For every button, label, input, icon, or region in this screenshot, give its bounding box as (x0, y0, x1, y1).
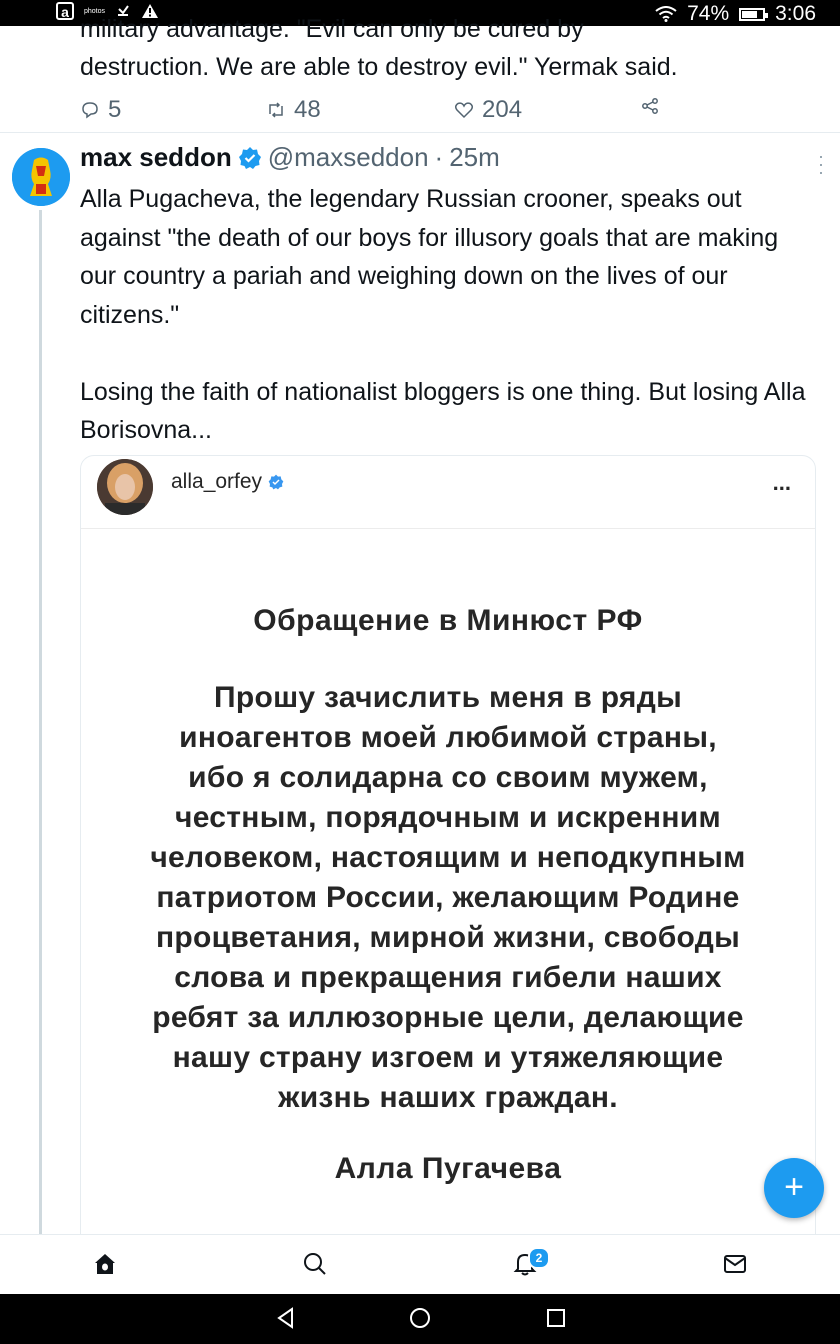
avatar-image (12, 148, 70, 206)
back-icon (277, 1307, 293, 1329)
amazon-icon: a (56, 2, 74, 20)
document-line: слова и прекращения гибели наших (174, 961, 722, 994)
author-name[interactable]: max seddon (80, 142, 232, 173)
plus-icon: + (784, 1168, 804, 1206)
android-nav-bar (0, 1294, 840, 1344)
embedded-more-icon: ... (772, 470, 791, 495)
tweet-paragraph: Alla Pugacheva, the legendary Russian cr… (80, 185, 779, 329)
bottom-nav: 2 (0, 1234, 840, 1295)
embedded-post-header: alla_orfey ... (81, 456, 815, 529)
like-button[interactable]: 204 (454, 96, 522, 124)
retweet-count: 48 (294, 96, 321, 123)
square-icon (547, 1309, 565, 1327)
document-body: Прошу зачислить меня в ряды иноагентов м… (81, 678, 815, 1118)
embedded-username-text: alla_orfey (171, 470, 263, 493)
document-line: человеком, настоящим и неподкупным (150, 841, 746, 874)
document-title: Обращение в Минюст РФ (253, 604, 643, 637)
nav-search[interactable] (302, 1251, 328, 1277)
verified-icon (238, 146, 261, 169)
nav-notifications[interactable]: 2 (512, 1247, 550, 1277)
thread-line (39, 210, 42, 1235)
document-line: Прошу зачислить меня в ряды (213, 681, 683, 714)
more-options-icon[interactable]: · · · (818, 147, 824, 181)
reply-count: 5 (108, 96, 122, 123)
author-handle[interactable]: @maxseddon (268, 142, 429, 173)
reply-icon (82, 102, 98, 119)
tweet-media[interactable]: alla_orfey ... Обращение в Минюст РФ Про… (80, 455, 816, 1247)
embedded-username: alla_orfey (171, 470, 284, 494)
reply-button[interactable]: 5 (80, 96, 121, 124)
tweet-timestamp[interactable]: 25m (449, 142, 500, 173)
android-back-button[interactable] (274, 1306, 298, 1335)
document-line: иноагентов моей любимой страны, (179, 721, 717, 754)
nav-home[interactable] (92, 1251, 118, 1277)
avatar[interactable] (12, 148, 70, 206)
embedded-avatar-image (97, 459, 153, 515)
document-line: ибо я солидарна со своим мужем, (188, 761, 708, 794)
nav-messages[interactable] (722, 1251, 748, 1277)
document-signature: Алла Пугачева (334, 1152, 562, 1185)
previous-tweet-line: military advantage. "Evil can only be cu… (80, 15, 584, 43)
android-recents-button[interactable] (544, 1306, 568, 1335)
retweet-button[interactable]: 48 (266, 96, 321, 124)
verified-icon (268, 474, 284, 490)
circle-icon (410, 1308, 430, 1328)
separator-dot: · (434, 142, 444, 172)
document-line: ребят за иллюзорные цели, делающие (152, 1001, 744, 1034)
tweet-paragraph: Losing the faith of nationalist bloggers… (80, 377, 806, 445)
document-line: честным, порядочным и искренним (175, 801, 721, 834)
share-icon (642, 98, 658, 114)
like-count: 204 (482, 96, 523, 123)
mail-icon (724, 1255, 746, 1273)
android-home-button[interactable] (408, 1306, 432, 1335)
document-line: процветания, мирной жизни, свободы (155, 921, 741, 954)
share-button[interactable] (640, 96, 660, 116)
heart-icon (454, 102, 474, 119)
retweet-icon (269, 102, 283, 118)
previous-tweet-text[interactable]: military advantage. "Evil can only be cu… (80, 10, 800, 86)
document-line: патриотом России, желающим Родине (156, 881, 740, 914)
document-line: нашу страну изгоем и утяжеляющие (172, 1041, 724, 1074)
tweet-divider (0, 132, 840, 133)
compose-tweet-button[interactable]: + (764, 1158, 824, 1218)
embedded-avatar (97, 459, 153, 515)
home-icon (95, 1254, 115, 1274)
previous-tweet-actions: 5 48 204 (80, 96, 680, 128)
previous-tweet-line: destruction. We are able to destroy evil… (80, 53, 678, 81)
document-line: жизнь наших граждан. (278, 1081, 618, 1114)
search-icon (304, 1253, 326, 1275)
tweet-text[interactable]: Alla Pugacheva, the legendary Russian cr… (80, 180, 815, 488)
tweet-header: max seddon @maxseddon · 25m (80, 142, 500, 173)
notification-badge: 2 (528, 1247, 550, 1269)
